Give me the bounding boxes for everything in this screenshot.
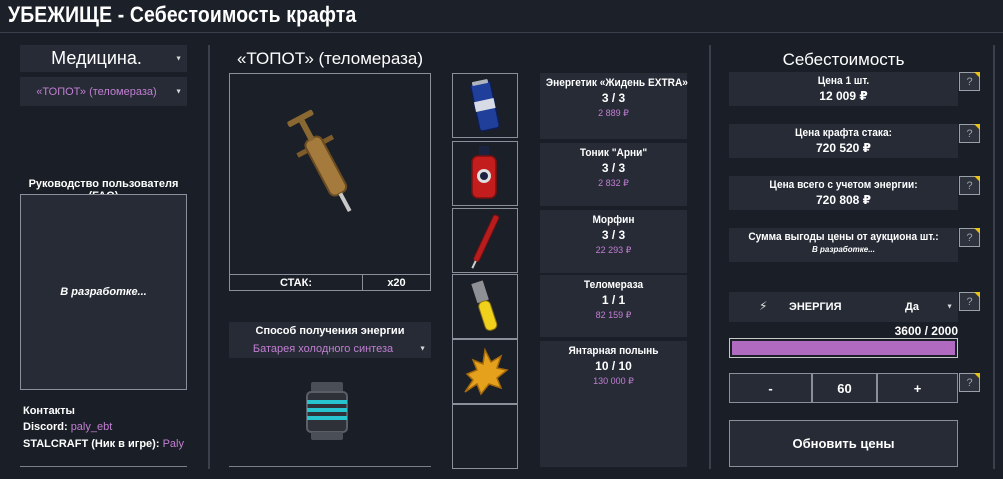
cost-label: Цена 1 шт. (817, 75, 870, 87)
energy-value: 3600 / 2000 (894, 324, 958, 338)
energy-drink-icon (470, 79, 500, 132)
ingredient-name: Янтарная полынь (568, 345, 659, 357)
ingredient-price: 130 000 ₽ (593, 376, 634, 386)
item-select[interactable]: «ТОПОТ» (теломераза) ▼ (20, 77, 187, 106)
amber-wormwood-icon (464, 347, 509, 396)
category-select-label: Медицина. (51, 48, 142, 68)
separator-left (208, 45, 210, 469)
slot-energy-drink[interactable] (452, 73, 518, 138)
chevron-down-icon: ▼ (946, 303, 953, 311)
ingredient-price: 2 832 ₽ (598, 178, 629, 188)
energy-label: ЭНЕРГИЯ (789, 301, 842, 313)
cost-row-unit: Цена 1 шт. 12 009 ₽ (729, 72, 958, 106)
cost-row-stack: Цена крафта стака: 720 520 ₽ (729, 124, 958, 158)
cost-value: 720 808 ₽ (815, 193, 872, 207)
contacts-title: Контакты (23, 405, 75, 417)
chevron-down-icon: ▼ (419, 345, 426, 353)
slot-morphine[interactable] (452, 208, 518, 273)
ingredient-price: 22 293 ₽ (595, 245, 632, 255)
separator-right (709, 45, 711, 469)
energy-toggle-select[interactable]: Да ▼ (880, 292, 958, 322)
cost-row-profit: Сумма выгоды цены от аукциона шт.: В раз… (729, 228, 958, 262)
slot-telomerase[interactable] (452, 274, 518, 339)
help-button[interactable]: ? (959, 124, 980, 143)
chevron-down-icon: ▼ (175, 55, 182, 62)
morphine-syringe-icon (471, 214, 500, 269)
telomerase-vial-icon (471, 280, 498, 331)
stack-value: x20 (363, 274, 430, 290)
slot-amber-wormwood[interactable] (452, 339, 518, 404)
cost-row-total: Цена всего с учетом энергии: 720 808 ₽ (729, 176, 958, 210)
stalcraft-label: STALCRAFT (Ник в игре): (23, 438, 160, 450)
ingredient-name: Морфин (592, 214, 635, 226)
battery-icon (297, 378, 359, 448)
energy-source-value: Батарея холодного синтеза (252, 343, 394, 355)
help-button[interactable]: ? (959, 176, 980, 195)
energy-source-header: Способ получения энергии (229, 322, 431, 340)
cost-label: Цена всего с учетом энергии: (769, 179, 918, 191)
help-button[interactable]: ? (959, 72, 980, 91)
ingredient-qty: 10 / 10 (595, 359, 632, 373)
energy-source-label: Способ получения энергии (255, 325, 405, 337)
faq-body: В разработке... (60, 286, 147, 298)
stalcraft-line: STALCRAFT (Ник в игре): Paly (23, 438, 184, 450)
tonic-bottle-icon (471, 146, 497, 199)
ingredient-name: Энергетик «Жидень EXTRA» (545, 77, 688, 89)
item-title: «ТОПОТ» (теломераза) (236, 49, 424, 68)
cost-value: 12 009 ₽ (819, 89, 868, 103)
increment-button[interactable]: + (877, 373, 958, 403)
stalcraft-nick: Paly (162, 438, 184, 450)
help-button[interactable]: ? (959, 373, 980, 392)
chevron-down-icon: ▼ (175, 88, 182, 95)
slot-tonic[interactable] (452, 141, 518, 206)
item-select-label: «ТОПОТ» (теломераза) (36, 85, 157, 98)
ingredient-qty: 3 / 3 (601, 228, 626, 242)
stack-label: СТАК: (230, 274, 363, 290)
category-select[interactable]: Медицина. ▼ (20, 45, 187, 72)
faq-panel: В разработке... (20, 194, 187, 390)
energy-progress (729, 338, 958, 358)
divider (229, 466, 431, 467)
app-title: УБЕЖИЩЕ - Себестоимость крафта (8, 2, 357, 27)
discord-label: Discord: (23, 421, 68, 433)
cost-value: 720 520 ₽ (815, 141, 872, 155)
ingredient-1: Тоник "Арни" 3 / 3 2 832 ₽ (540, 143, 687, 206)
decrement-button[interactable]: - (729, 373, 812, 403)
ingredient-price: 82 159 ₽ (595, 310, 632, 320)
energy-option: Да (905, 301, 919, 313)
ingredient-2: Морфин 3 / 3 22 293 ₽ (540, 210, 687, 273)
energy-progress-fill (732, 341, 955, 355)
cost-title: Себестоимость (782, 50, 905, 69)
ingredient-qty: 3 / 3 (601, 161, 626, 175)
discord-line: Discord: paly_ebt (23, 421, 112, 433)
ingredient-3: Теломераза 1 / 1 82 159 ₽ (540, 275, 687, 337)
cost-label: Сумма выгоды цены от аукциона шт.: (748, 231, 939, 243)
help-button[interactable]: ? (959, 292, 980, 311)
divider (20, 466, 187, 467)
ingredient-4: Янтарная полынь 10 / 10 130 000 ₽ (540, 341, 687, 467)
ingredient-qty: 1 / 1 (601, 293, 626, 307)
ingredient-name: Теломераза (583, 279, 644, 291)
ingredient-qty: 3 / 3 (601, 91, 626, 105)
discord-link[interactable]: paly_ebt (71, 421, 113, 433)
cost-value: В разработке... (812, 245, 875, 254)
energy-source-select[interactable]: Батарея холодного синтеза ▼ (229, 340, 431, 358)
help-button[interactable]: ? (959, 228, 980, 247)
syringe-icon (287, 109, 352, 213)
title-bar: УБЕЖИЩЕ - Себестоимость крафта (0, 0, 1003, 33)
scrollbar-track[interactable] (993, 45, 995, 469)
ingredient-0: Энергетик «Жидень EXTRA» 3 / 3 2 889 ₽ (540, 73, 688, 139)
slot-empty[interactable] (452, 404, 518, 469)
ingredient-price: 2 889 ₽ (598, 108, 629, 118)
item-preview: СТАК: x20 (229, 73, 431, 291)
cost-label: Цена крафта стака: (795, 127, 892, 139)
quantity-input[interactable]: 60 (812, 373, 877, 403)
update-prices-button[interactable]: Обновить цены (729, 420, 958, 467)
ingredient-name: Тоник "Арни" (579, 147, 648, 159)
lightning-icon: ⚡ (759, 299, 768, 313)
